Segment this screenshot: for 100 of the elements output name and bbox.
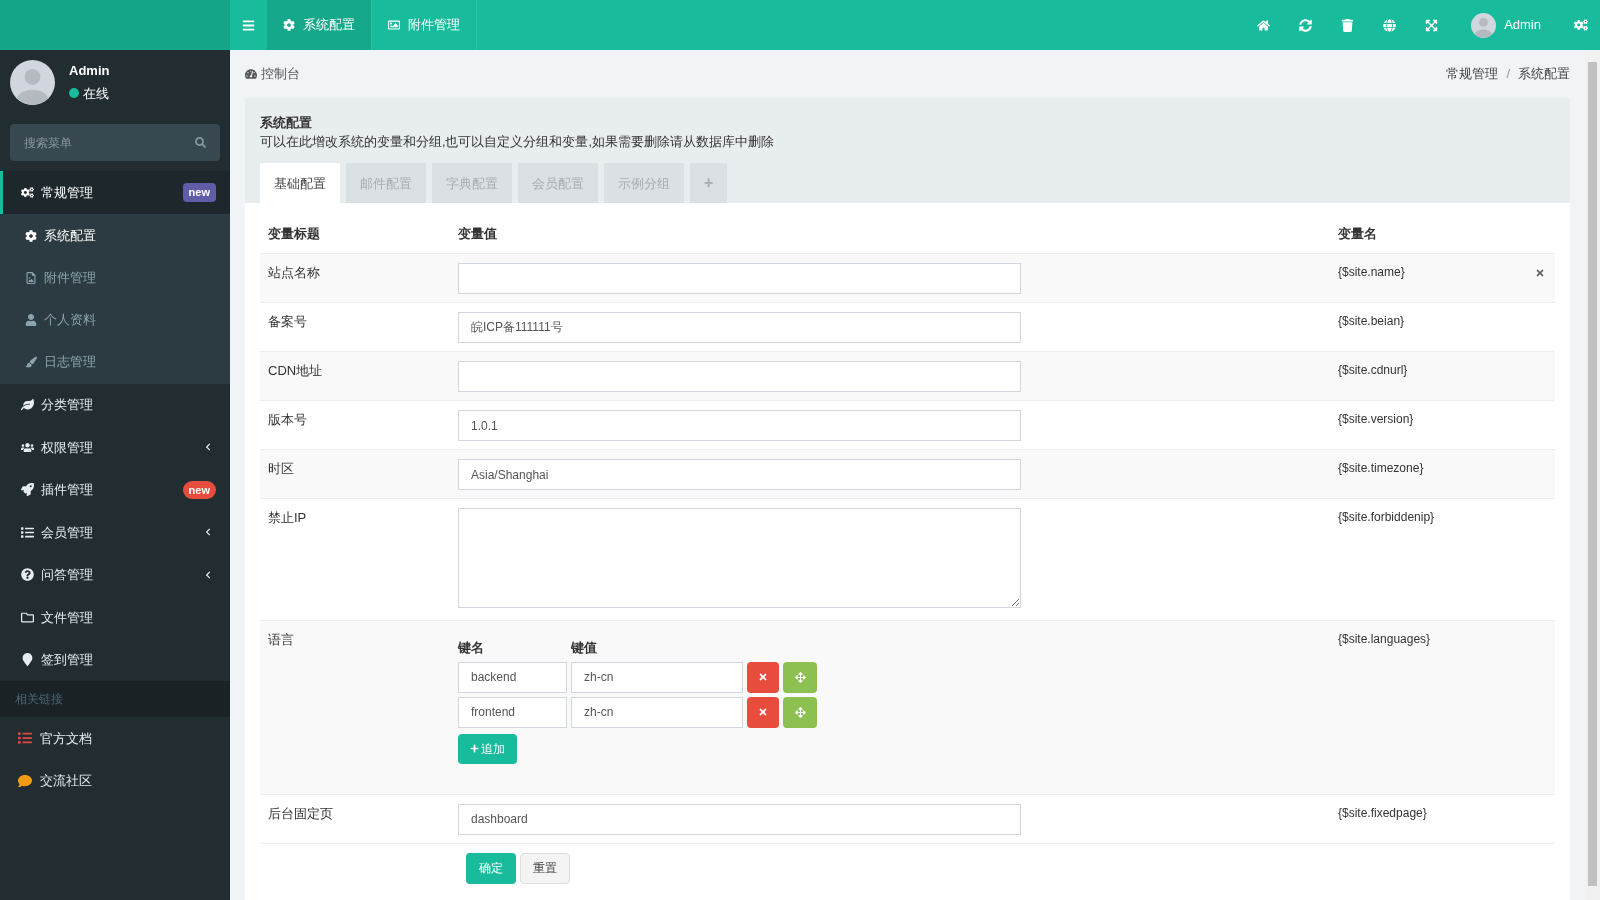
row-title: 禁止IP (267, 509, 308, 528)
menu-item[interactable]: 问答管理 (0, 553, 230, 596)
leaf-icon (21, 398, 34, 412)
user-icon (25, 313, 37, 326)
variable-name: {$site.fixedpage} (1338, 804, 1428, 822)
breadcrumb-separator: / (1506, 65, 1510, 84)
column-header: 键名 (458, 639, 485, 658)
avatar-icon (10, 59, 55, 105)
drag-button[interactable] (783, 661, 817, 693)
remove-button[interactable] (747, 661, 779, 693)
reset-button[interactable]: 重置 (520, 852, 570, 884)
variable-name: {$site.timezone} (1338, 460, 1425, 478)
row-title: CDN地址 (267, 362, 324, 381)
users-icon (21, 440, 34, 454)
text-field[interactable]: 皖ICP备111111号 (458, 312, 1021, 344)
text-area[interactable] (458, 508, 1021, 609)
image-icon (388, 19, 400, 31)
row-title: 版本号 (267, 411, 308, 430)
text-field[interactable]: dashboard (458, 803, 1021, 835)
page-title: 控制台 (261, 65, 300, 84)
folder-icon (21, 610, 34, 624)
variable-name: {$site.beian} (1338, 313, 1406, 331)
move-icon (794, 706, 806, 718)
link-item[interactable]: 交流社区 (0, 759, 230, 802)
row-title: 备案号 (267, 313, 308, 332)
row-title: 站点名称 (267, 264, 321, 283)
menu-item[interactable]: 分类管理 (0, 383, 230, 426)
search-field[interactable]: 搜索菜单 (10, 124, 220, 161)
settings-button[interactable] (1574, 18, 1588, 32)
breadcrumb-link[interactable]: 系统配置 (1518, 64, 1570, 84)
refresh-icon (1299, 18, 1313, 32)
list-icon (21, 525, 34, 539)
globe-icon (1383, 18, 1397, 32)
gear-icon (25, 229, 37, 242)
fullscreen-icon (1425, 18, 1439, 32)
breadcrumb-link[interactable]: 常规管理 (1446, 64, 1499, 84)
text-field[interactable]: zh-cn (571, 696, 743, 728)
home-icon (1257, 18, 1271, 32)
row-title: 语言 (267, 631, 295, 650)
panel-title: 系统配置 (260, 114, 313, 132)
move-icon (794, 671, 806, 683)
status-text: 在线 (83, 84, 109, 103)
gear-icon (283, 19, 295, 31)
panel-description: 可以在此增改系统的变量和分组,也可以自定义分组和变量,如果需要删除请从数据库中删除 (260, 133, 775, 151)
search-icon (195, 137, 206, 148)
column-header: 变量值 (458, 224, 498, 243)
refresh-button[interactable] (1297, 16, 1315, 34)
row-title: 后台固定页 (267, 804, 334, 823)
menu-item[interactable]: 签到管理 (0, 638, 230, 681)
submenu-item[interactable]: 个人资料 (0, 298, 230, 341)
trash-icon (1341, 18, 1355, 32)
avatar-icon (1471, 12, 1497, 38)
gears-icon (21, 185, 34, 199)
settings-icon (1574, 18, 1588, 32)
submenu-item[interactable]: 系统配置 (0, 214, 230, 257)
menu-item[interactable]: 会员管理 (0, 511, 230, 554)
text-field[interactable]: frontend (458, 696, 567, 728)
brush-icon (25, 355, 37, 368)
remove-button[interactable] (747, 696, 779, 728)
plus-icon (470, 744, 479, 754)
column-header: 变量标题 (267, 224, 321, 243)
drag-button[interactable] (783, 696, 817, 728)
scrollbar[interactable] (1585, 50, 1600, 900)
link-item[interactable]: 官方文档 (0, 717, 230, 760)
variable-name: {$site.cdnurl} (1338, 362, 1409, 380)
text-field[interactable]: backend (458, 661, 567, 693)
text-field[interactable] (458, 263, 1021, 295)
variable-name: {$site.version} (1338, 411, 1415, 429)
variable-name: {$site.languages} (1338, 631, 1432, 649)
globe-button[interactable] (1381, 16, 1399, 34)
rocket-icon (21, 483, 34, 497)
text-field[interactable]: zh-cn (571, 661, 743, 693)
variable-name: {$site.forbiddenip} (1338, 509, 1436, 527)
menu-icon (242, 18, 255, 32)
new-badge: new (182, 183, 216, 202)
text-field[interactable] (458, 361, 1021, 393)
map-pin-icon (21, 653, 34, 667)
question-icon (21, 568, 34, 582)
column-header: 变量名 (1338, 224, 1377, 243)
menu-item[interactable]: 文件管理 (0, 596, 230, 639)
text-field[interactable]: 1.0.1 (458, 410, 1021, 442)
image-file-icon (25, 271, 37, 284)
close-icon (758, 672, 768, 683)
menu-item[interactable]: 插件管理 new (0, 468, 230, 511)
dashboard-icon (245, 68, 257, 80)
close-icon (758, 707, 768, 718)
comment-icon (18, 773, 32, 788)
new-badge: new (182, 480, 216, 499)
row-title: 时区 (267, 460, 295, 479)
text-field[interactable]: Asia/Shanghai (458, 459, 1021, 491)
list-icon (18, 731, 32, 746)
variable-name: {$site.name} (1338, 264, 1406, 282)
config-tab[interactable]: 基础配置 (260, 163, 340, 204)
user-name: Admin (69, 62, 110, 80)
submenu-item[interactable]: 日志管理 (0, 340, 230, 383)
menu-item[interactable]: 常规管理 new (0, 171, 230, 214)
column-header: 键值 (571, 639, 597, 658)
menu-item[interactable]: 权限管理 (0, 426, 230, 469)
section-header: 相关链接 (15, 691, 63, 708)
submenu-item[interactable]: 附件管理 (0, 256, 230, 299)
